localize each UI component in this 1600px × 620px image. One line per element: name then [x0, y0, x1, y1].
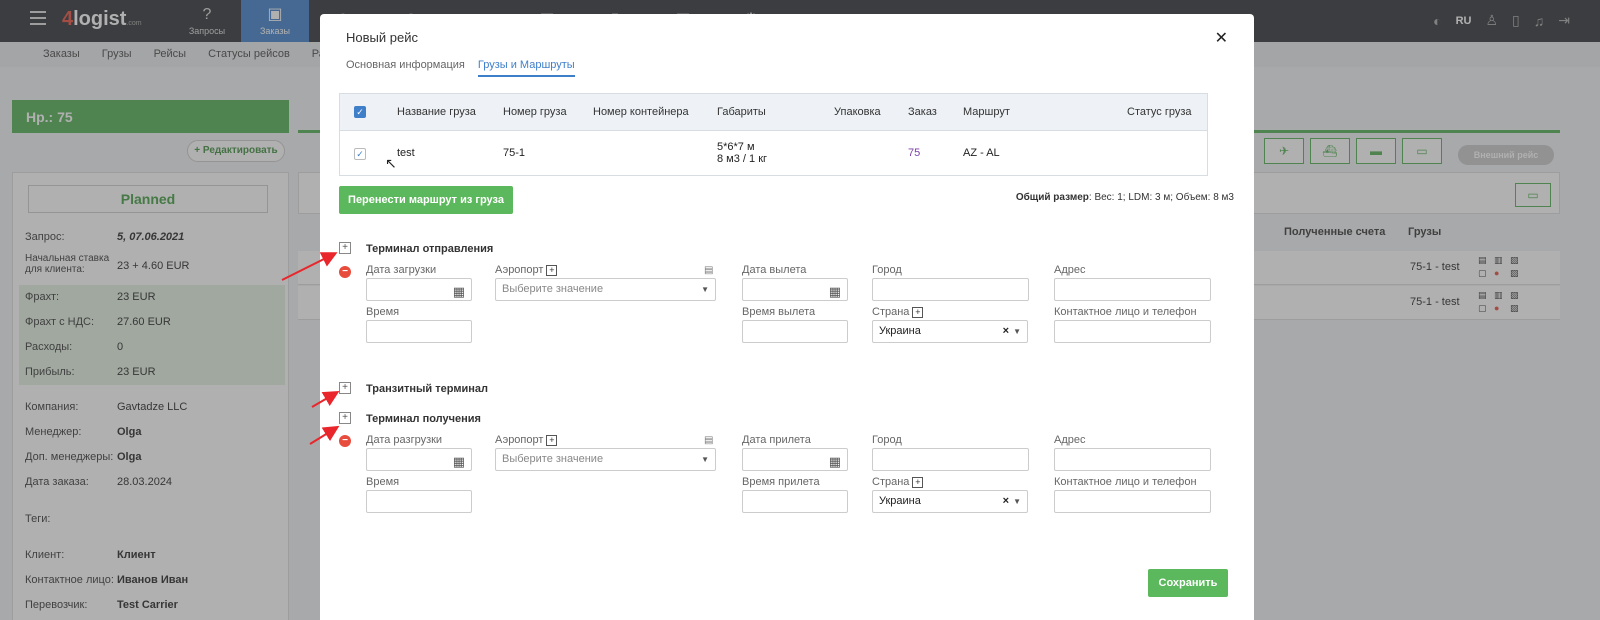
arrow-arrival [309, 425, 340, 445]
annotation-arrows [281, 252, 340, 445]
arrow-departure [281, 252, 338, 281]
arrow-transit [311, 390, 340, 408]
